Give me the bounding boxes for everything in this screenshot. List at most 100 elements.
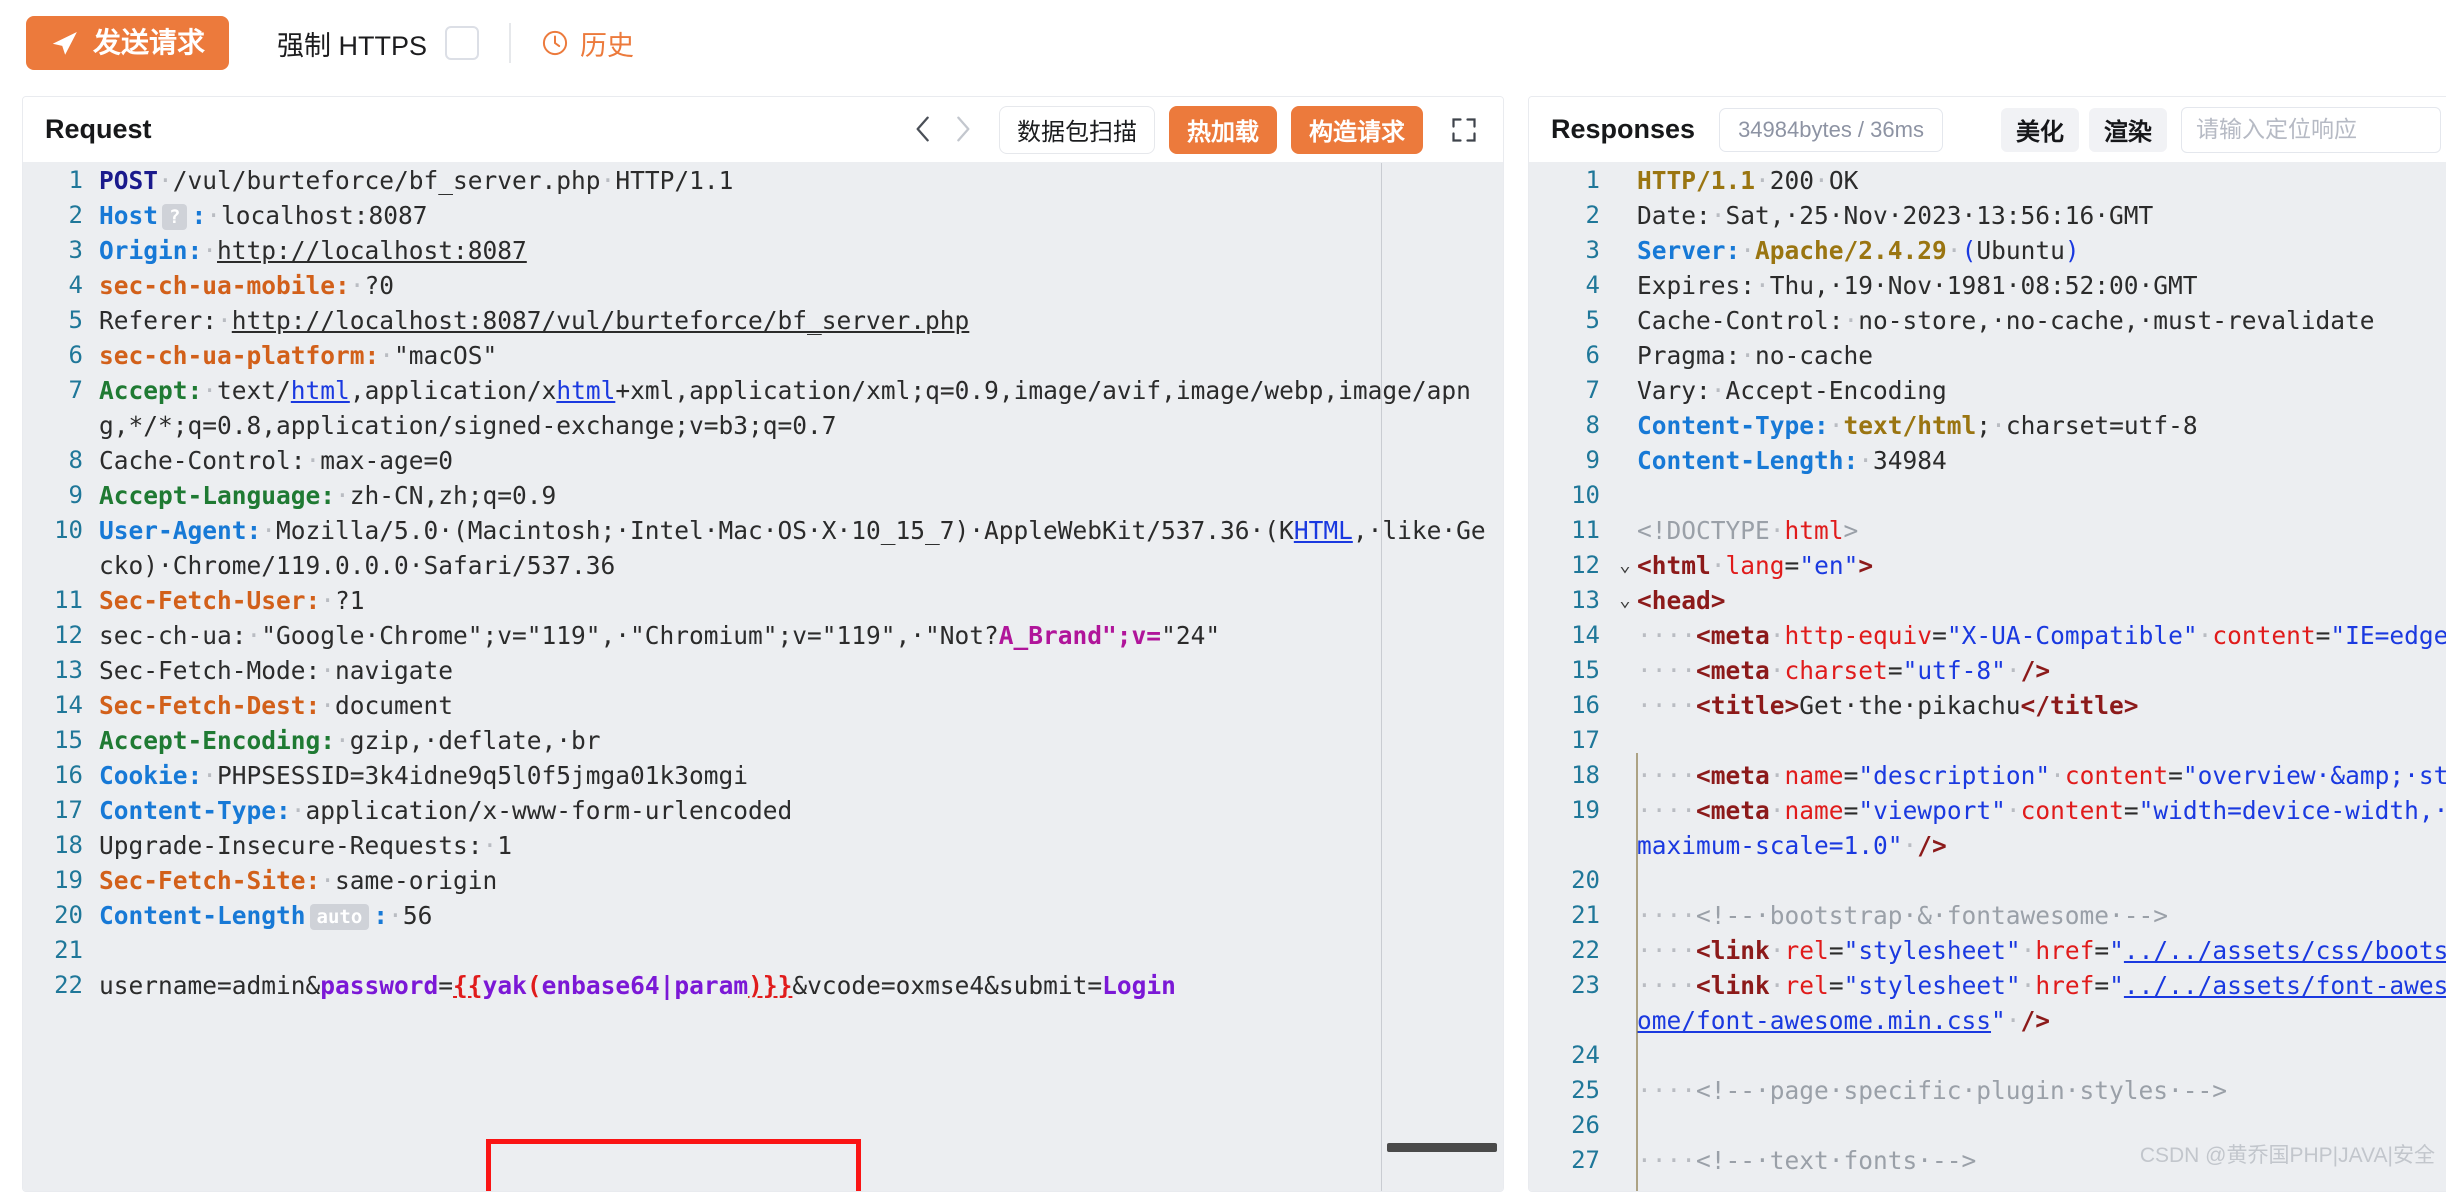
code-token: = <box>2094 936 2110 965</box>
code-token: name <box>1784 796 1844 825</box>
code-token: <head> <box>1637 586 1726 615</box>
line-number: 21 <box>1571 901 1600 929</box>
code-token: html <box>556 376 616 405</box>
code-token: · <box>2005 1006 2021 1035</box>
code-token: = <box>1784 551 1800 580</box>
code-token: · <box>1946 236 1962 265</box>
response-panel-title: Responses <box>1551 114 1696 144</box>
code-line: 16 ····<title>Get·the·pikachu</title> <box>1529 688 2446 723</box>
request-panel: Request 数据包扫描 热加载 构造请求 1 POST·/vul/burte… <box>22 96 1504 1192</box>
chevron-right-icon <box>955 115 975 145</box>
code-text: Sec-Fetch-Site:·same-origin <box>99 863 1503 898</box>
fold-toggle-icon[interactable]: ⌄ <box>1613 583 1637 618</box>
line-number: 12 <box>54 621 83 649</box>
code-token: application/x-www-form-urlencoded <box>305 796 793 825</box>
code-token: ···· <box>1637 621 1697 650</box>
code-token: "Google·Chrome";v="119",·"Chromium";v="1… <box>261 621 999 650</box>
code-token: = <box>2094 971 2110 1000</box>
fold-toggle-icon[interactable]: ⌄ <box>1613 548 1637 583</box>
code-text: Host?:·localhost:8087 <box>99 198 1503 233</box>
response-code-area[interactable]: 1 HTTP/1.1·200·OK 2 Date:·Sat,·25·Nov·2023·… <box>1529 163 2446 1191</box>
code-token: Server: <box>1637 236 1741 265</box>
code-text: Cache-Control:·max-age=0 <box>99 443 1503 478</box>
code-token: Sec-Fetch-User: <box>99 586 321 615</box>
code-token: · <box>246 621 262 650</box>
code-token: · <box>600 166 616 195</box>
app-root: 发送请求 强制 HTTPS 历史 Request 数据包扫描 热加载 构造请求 … <box>0 0 2446 1192</box>
history-button[interactable]: 历史 <box>541 24 634 63</box>
response-panel: Responses 34984bytes / 36ms 美化 渲染 1 HTTP/… <box>1528 96 2446 1192</box>
code-token: ···· <box>1637 761 1697 790</box>
code-token: "en" <box>1799 551 1859 580</box>
force-https-control[interactable]: 强制 HTTPS <box>277 24 480 63</box>
code-token: <title> <box>1696 691 1800 720</box>
code-token: · <box>1769 936 1785 965</box>
code-token: = <box>2123 796 2139 825</box>
code-token: · <box>349 271 365 300</box>
code-token: http://localhost:8087 <box>217 236 527 265</box>
beautify-button[interactable]: 美化 <box>2001 107 2079 152</box>
code-token: </title> <box>2020 691 2139 720</box>
code-token: text/ <box>217 376 291 405</box>
next-request-button[interactable] <box>945 108 985 152</box>
code-token: · <box>320 586 336 615</box>
code-token: " <box>2109 971 2124 1000</box>
code-token: sec-ch-ua-mobile: <box>99 271 350 300</box>
code-line: 9 Content-Length:·34984 <box>1529 443 2446 478</box>
code-token: Login <box>1102 971 1176 1000</box>
code-token: · <box>1755 271 1770 300</box>
code-line: 8 Cache-Control:·max-age=0 <box>23 443 1503 478</box>
prev-request-button[interactable] <box>905 108 945 152</box>
code-line: 2 Host?:·localhost:8087 <box>23 198 1503 233</box>
code-token: · <box>1710 376 1726 405</box>
code-token: <link <box>1696 936 1770 965</box>
line-number: 3 <box>1585 236 1600 264</box>
request-code-rows: 1 POST·/vul/burteforce/bf_server.php·HTTP… <box>23 163 1503 1003</box>
request-code-area[interactable]: 1 POST·/vul/burteforce/bf_server.php·HTTP… <box>23 163 1503 1191</box>
render-button[interactable]: 渲染 <box>2089 107 2167 152</box>
code-token: same-origin <box>335 866 498 895</box>
code-token: : <box>373 901 389 930</box>
request-vertical-ruler <box>1381 163 1382 1191</box>
code-token: ···· <box>1637 936 1697 965</box>
code-text: <html·lang="en"> <box>1637 548 2446 583</box>
packet-scan-button[interactable]: 数据包扫描 <box>999 105 1155 154</box>
line-number: 1 <box>68 166 83 194</box>
code-token: · <box>1769 796 1785 825</box>
code-token: username=admin& <box>99 971 321 1000</box>
code-text: Content-Length:·34984 <box>1637 443 2446 478</box>
code-token: Sec-Fetch-Site: <box>99 866 321 895</box>
locate-response-input[interactable] <box>2181 106 2441 153</box>
force-https-checkbox[interactable] <box>445 26 480 60</box>
code-token: ···· <box>1637 971 1697 1000</box>
code-token: Accept-Encoding: <box>99 726 336 755</box>
code-token: · <box>320 866 336 895</box>
code-token: Content-Length <box>99 901 306 930</box>
send-request-label: 发送请求 <box>93 27 206 58</box>
code-token: Get·the·pikachu <box>1799 691 2021 720</box>
code-token: <html <box>1637 551 1711 580</box>
code-token: · <box>1814 166 1829 195</box>
code-line: 12 ⌄ <html·lang="en"> <box>1529 548 2446 583</box>
fullscreen-icon[interactable] <box>1441 107 1487 153</box>
code-token: · <box>1828 411 1844 440</box>
code-token: ···· <box>1637 796 1697 825</box>
code-line: 11 <!DOCTYPE·html> <box>1529 513 2446 548</box>
line-number: 25 <box>1571 1076 1600 1104</box>
code-token: · <box>1843 306 1859 335</box>
code-token: <!--·bootstrap·&·fontawesome·--> <box>1696 901 2169 930</box>
code-text: Vary:·Accept-Encoding <box>1637 373 2446 408</box>
code-token: ? <box>162 204 188 230</box>
code-line: 17 <box>1529 723 2446 758</box>
build-request-button[interactable]: 构造请求 <box>1291 105 1423 154</box>
code-token: href <box>2035 936 2095 965</box>
code-line: 14 Sec-Fetch-Dest:·document <box>23 688 1503 723</box>
code-token: max-age=0 <box>320 446 454 475</box>
request-horizontal-scrollbar[interactable] <box>1387 1143 1497 1152</box>
code-token: A_Brand";v= <box>998 621 1162 650</box>
code-line: 3 Server:·Apache/2.4.29·(Ubuntu) <box>1529 233 2446 268</box>
hot-reload-button[interactable]: 热加载 <box>1169 105 1277 154</box>
code-token: : <box>191 201 207 230</box>
send-request-button[interactable]: 发送请求 <box>26 16 230 70</box>
